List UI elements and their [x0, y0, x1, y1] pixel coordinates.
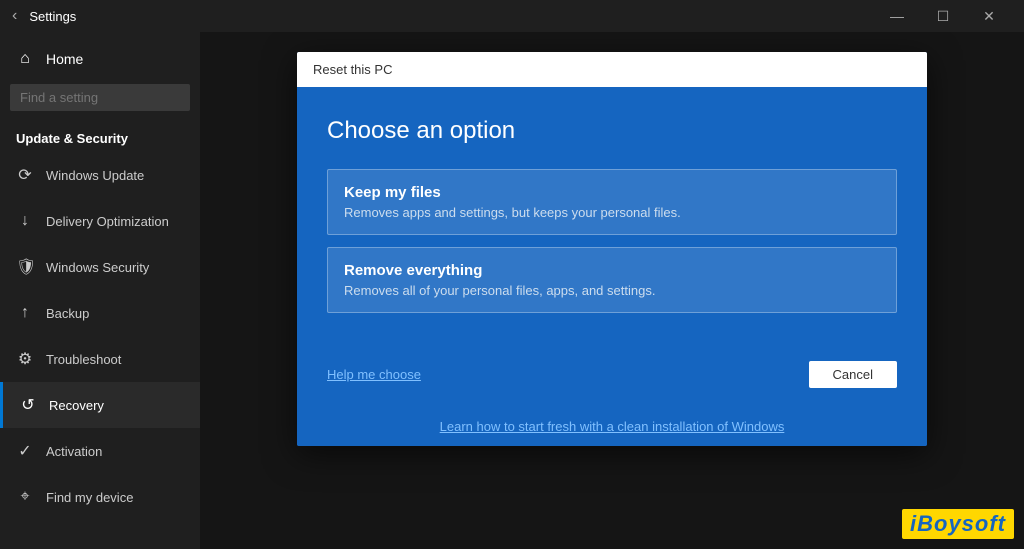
- fresh-install-link[interactable]: Learn how to start fresh with a clean in…: [440, 419, 785, 434]
- sidebar-item-find-my-device[interactable]: ⌖ Find my device: [0, 474, 200, 520]
- troubleshoot-icon: ⚙: [16, 349, 34, 369]
- iboysoft-logo: iBoysoft: [902, 509, 1014, 539]
- sidebar-label: Backup: [46, 306, 89, 321]
- content-area: Reset this PC Choose an option Keep my f…: [200, 32, 1024, 549]
- main-area: ⌂ Home Update & Security ⟳ Windows Updat…: [0, 32, 1024, 549]
- back-button[interactable]: ‹: [12, 7, 17, 25]
- modal-overlay: Reset this PC Choose an option Keep my f…: [200, 32, 1024, 549]
- app-title: Settings: [29, 9, 874, 24]
- remove-everything-option[interactable]: Remove everything Removes all of your pe…: [327, 247, 897, 313]
- close-button[interactable]: ✕: [966, 0, 1012, 32]
- home-label: Home: [46, 51, 83, 67]
- sidebar-item-troubleshoot[interactable]: ⚙ Troubleshoot: [0, 336, 200, 382]
- sidebar-item-backup[interactable]: ↑ Backup: [0, 290, 200, 336]
- sidebar-label: Windows Update: [46, 168, 144, 183]
- dialog-heading: Choose an option: [327, 117, 897, 145]
- keep-files-title: Keep my files: [344, 184, 880, 201]
- dialog-titlebar: Reset this PC: [297, 52, 927, 87]
- sidebar-item-delivery-optimization[interactable]: ↓ Delivery Optimization: [0, 198, 200, 244]
- dialog-footer: Help me choose Cancel: [297, 345, 927, 408]
- delivery-icon: ↓: [16, 212, 34, 230]
- reset-pc-dialog: Reset this PC Choose an option Keep my f…: [297, 52, 927, 446]
- search-input[interactable]: [10, 84, 190, 111]
- sidebar-item-home[interactable]: ⌂ Home: [0, 40, 200, 78]
- maximize-button[interactable]: ☐: [920, 0, 966, 32]
- minimize-button[interactable]: —: [874, 0, 920, 32]
- sidebar-item-recovery[interactable]: ↺ Recovery: [0, 382, 200, 428]
- sidebar-label: Delivery Optimization: [46, 214, 169, 229]
- sidebar-item-windows-security[interactable]: 🛡 Windows Security: [0, 244, 200, 290]
- cancel-button[interactable]: Cancel: [809, 361, 897, 388]
- dialog-body: Choose an option Keep my files Removes a…: [297, 87, 927, 345]
- find-device-icon: ⌖: [16, 488, 34, 506]
- bottom-strip: Learn how to start fresh with a clean in…: [297, 408, 927, 446]
- sidebar-label: Windows Security: [46, 260, 149, 275]
- sidebar-label: Activation: [46, 444, 102, 459]
- sidebar: ⌂ Home Update & Security ⟳ Windows Updat…: [0, 32, 200, 549]
- sidebar-item-activation[interactable]: ✓ Activation: [0, 428, 200, 474]
- sidebar-section-title: Update & Security: [0, 123, 200, 152]
- backup-icon: ↑: [16, 304, 34, 322]
- window-controls: — ☐ ✕: [874, 0, 1012, 32]
- keep-files-desc: Removes apps and settings, but keeps you…: [344, 205, 880, 220]
- remove-everything-title: Remove everything: [344, 262, 880, 279]
- sidebar-label: Troubleshoot: [46, 352, 121, 367]
- update-icon: ⟳: [16, 165, 34, 185]
- titlebar: ‹ Settings — ☐ ✕: [0, 0, 1024, 32]
- shield-icon: 🛡: [16, 257, 34, 277]
- home-icon: ⌂: [16, 50, 34, 68]
- keep-files-option[interactable]: Keep my files Removes apps and settings,…: [327, 169, 897, 235]
- activation-icon: ✓: [16, 441, 34, 461]
- sidebar-label: Find my device: [46, 490, 133, 505]
- help-link[interactable]: Help me choose: [327, 367, 421, 382]
- dialog-title: Reset this PC: [313, 62, 392, 77]
- sidebar-label: Recovery: [49, 398, 104, 413]
- remove-everything-desc: Removes all of your personal files, apps…: [344, 283, 880, 298]
- recovery-icon: ↺: [19, 395, 37, 415]
- sidebar-item-windows-update[interactable]: ⟳ Windows Update: [0, 152, 200, 198]
